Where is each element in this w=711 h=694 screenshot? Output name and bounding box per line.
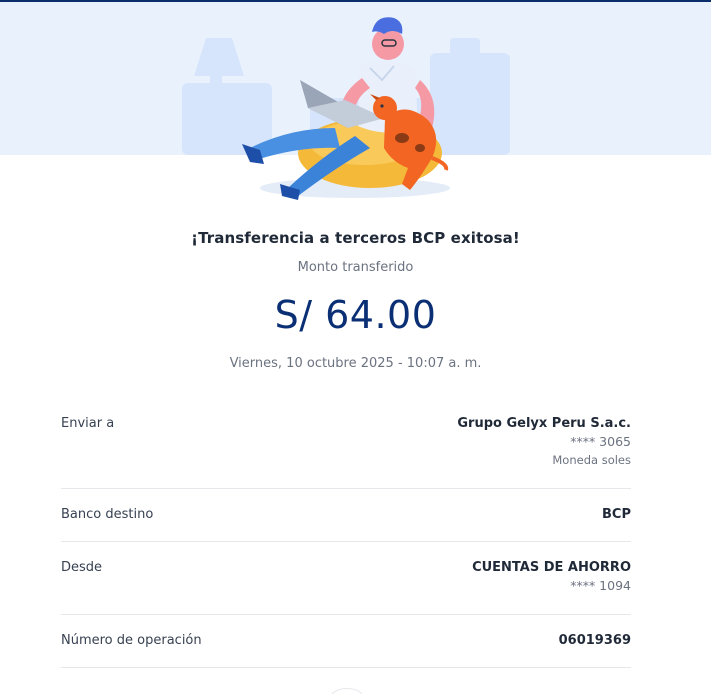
success-title: ¡Transferencia a terceros BCP exitosa! [191, 229, 520, 247]
recipient-currency: Moneda soles [552, 453, 631, 467]
operation-number: 06019369 [558, 633, 631, 648]
recipient-label: Enviar a [61, 416, 115, 431]
transfer-details: Enviar a Grupo Gelyx Peru S.a.c. **** 30… [61, 403, 631, 668]
operation-value-wrap: 06019369 [559, 633, 631, 648]
transfer-datetime: Viernes, 10 octubre 2025 - 10:07 a. m. [229, 356, 482, 371]
recipient-name: Grupo Gelyx Peru S.a.c. [457, 416, 631, 431]
detail-row-source: Desde CUENTAS DE AHORRO **** 1094 [61, 542, 631, 615]
source-label: Desde [61, 560, 103, 575]
detail-row-operation: Número de operación 06019369 [61, 615, 631, 668]
source-value: CUENTAS DE AHORRO **** 1094 [472, 560, 631, 593]
recipient-value: Grupo Gelyx Peru S.a.c. **** 3065 Moneda… [457, 416, 631, 467]
share-button[interactable] [330, 688, 364, 694]
recipient-account: **** 3065 [570, 434, 631, 449]
bank-value-wrap: BCP [602, 507, 631, 522]
detail-row-recipient: Enviar a Grupo Gelyx Peru S.a.c. **** 30… [61, 403, 631, 489]
source-account: **** 1094 [570, 578, 631, 593]
detail-row-bank: Banco destino BCP [61, 489, 631, 542]
success-illustration [182, 17, 510, 200]
transfer-receipt: ¡Transferencia a terceros BCP exitosa! M… [0, 0, 711, 694]
transfer-amount: S/ 64.00 [274, 293, 437, 337]
operation-label: Número de operación [61, 633, 202, 648]
source-account-type: CUENTAS DE AHORRO [472, 560, 631, 575]
amount-label: Monto transferido [297, 260, 414, 275]
bank-label: Banco destino [61, 507, 154, 522]
bank-value: BCP [602, 507, 631, 522]
